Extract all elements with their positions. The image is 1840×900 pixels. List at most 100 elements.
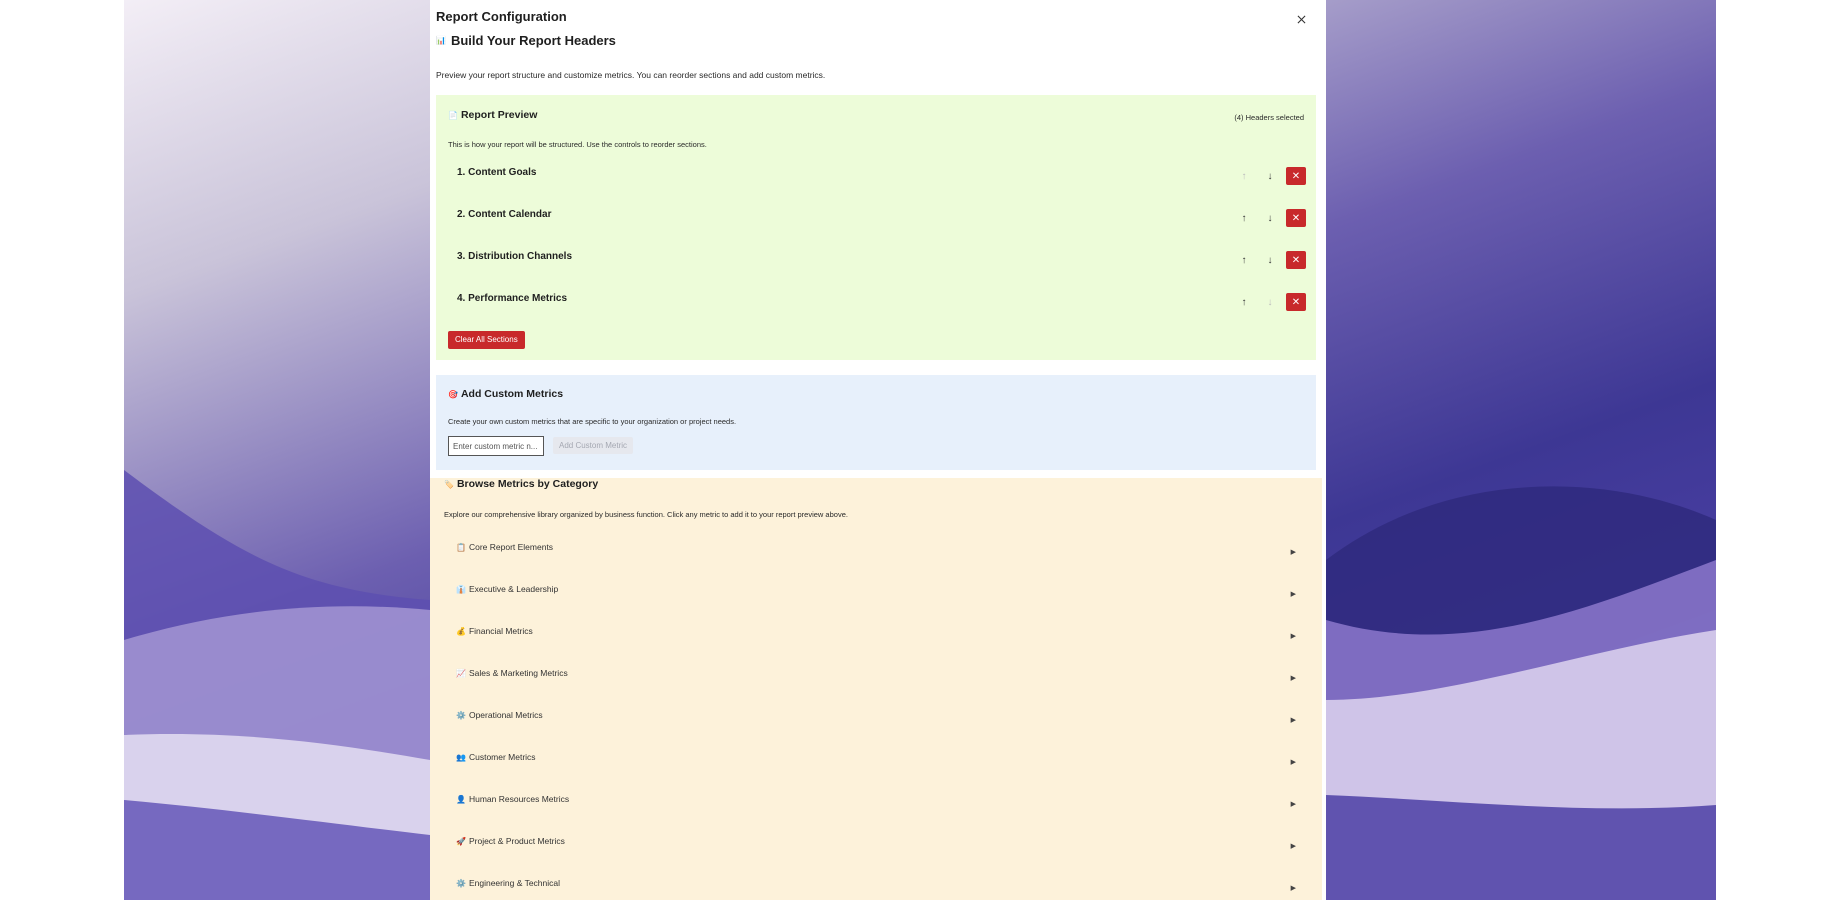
category-human-resources-metrics[interactable]: 👤 Human Resources Metrics ▶ [448, 790, 1304, 824]
category-label: 🚀 Project & Product Metrics [456, 836, 565, 846]
remove-section-button[interactable]: ✕ [1286, 293, 1306, 311]
category-title: Financial Metrics [468, 626, 533, 636]
move-up-button[interactable]: ↑ [1234, 293, 1254, 311]
close-icon: ✕ [1291, 212, 1301, 224]
gear-icon: ⚙️ [456, 878, 466, 888]
category-customer-metrics[interactable]: 👥 Customer Metrics ▶ [448, 748, 1304, 782]
expand-icon: ▶ [1290, 843, 1296, 850]
expand-icon: ▶ [1290, 591, 1296, 598]
move-down-button[interactable]: ↓ [1260, 293, 1280, 311]
browse-metrics-title-text: Browse Metrics by Category [456, 478, 599, 490]
custom-metrics-description: Create your own custom metrics that are … [448, 417, 737, 426]
arrow-up-icon: ↑ [1241, 254, 1247, 266]
category-title: Engineering & Technical [468, 878, 561, 888]
category-title: Customer Metrics [468, 752, 536, 762]
category-financial-metrics[interactable]: 💰 Financial Metrics ▶ [448, 622, 1304, 656]
arrow-down-icon: ↓ [1267, 296, 1273, 308]
close-icon: ✕ [1291, 296, 1301, 308]
close-button[interactable] [1290, 8, 1312, 30]
clear-all-sections-button[interactable]: Clear All Sections [448, 331, 525, 349]
clipboard-icon: 📋 [456, 542, 466, 552]
category-title: Executive & Leadership [468, 584, 559, 594]
section-title: 2. Content Calendar [457, 209, 552, 220]
category-label: ⚙️ Engineering & Technical [456, 878, 560, 888]
dialog-header: Report Configuration [436, 8, 1320, 30]
category-label: 👤 Human Resources Metrics [456, 794, 569, 804]
section-row: 3. Distribution Channels ↑ ↓ ✕ [448, 245, 1306, 273]
remove-section-button[interactable]: ✕ [1286, 251, 1306, 269]
document-icon: 📄 [448, 110, 458, 120]
browse-metrics-title: 🏷️ Browse Metrics by Category [444, 478, 598, 490]
expand-icon: ▶ [1290, 549, 1296, 556]
arrow-down-icon: ↓ [1267, 170, 1273, 182]
expand-icon: ▶ [1290, 759, 1296, 766]
report-preview-panel: 📄 Report Preview (4) Headers selected Th… [436, 95, 1316, 360]
intro-text: Preview your report structure and custom… [436, 70, 826, 80]
arrow-up-icon: ↑ [1241, 212, 1247, 224]
remove-section-button[interactable]: ✕ [1286, 167, 1306, 185]
category-label: 📋 Core Report Elements [456, 542, 553, 552]
category-executive-leadership[interactable]: 👔 Executive & Leadership ▶ [448, 580, 1304, 614]
category-core-report-elements[interactable]: 📋 Core Report Elements ▶ [448, 538, 1304, 572]
money-bag-icon: 💰 [456, 626, 466, 636]
move-up-button[interactable]: ↑ [1234, 167, 1254, 185]
expand-icon: ▶ [1290, 717, 1296, 724]
category-label: 👔 Executive & Leadership [456, 584, 558, 594]
browse-metrics-description: Explore our comprehensive library organi… [444, 510, 848, 519]
category-operational-metrics[interactable]: ⚙️ Operational Metrics ▶ [448, 706, 1304, 740]
close-icon: ✕ [1291, 170, 1301, 182]
category-project-product-metrics[interactable]: 🚀 Project & Product Metrics ▶ [448, 832, 1304, 866]
close-icon [1297, 15, 1305, 23]
move-up-button[interactable]: ↑ [1234, 251, 1254, 269]
arrow-down-icon: ↓ [1267, 212, 1273, 224]
headers-count: (4) Headers selected [1234, 113, 1304, 122]
tag-icon: 🏷️ [444, 479, 454, 489]
page-heading-text: Build Your Report Headers [450, 33, 616, 48]
category-title: Project & Product Metrics [468, 836, 565, 846]
move-up-button[interactable]: ↑ [1234, 209, 1254, 227]
category-label: 📈 Sales & Marketing Metrics [456, 668, 568, 678]
category-title: Human Resources Metrics [468, 794, 570, 804]
section-row: 2. Content Calendar ↑ ↓ ✕ [448, 203, 1306, 231]
section-title: 1. Content Goals [457, 167, 537, 178]
gear-icon: ⚙️ [456, 710, 466, 720]
expand-icon: ▶ [1290, 885, 1296, 892]
category-title: Core Report Elements [468, 542, 554, 552]
page-heading: 📊 Build Your Report Headers [436, 33, 616, 48]
category-label: 👥 Customer Metrics [456, 752, 536, 762]
section-title: 3. Distribution Channels [457, 251, 573, 262]
remove-section-button[interactable]: ✕ [1286, 209, 1306, 227]
close-icon: ✕ [1291, 254, 1301, 266]
report-preview-title: 📄 Report Preview [448, 109, 537, 121]
category-sales-marketing-metrics[interactable]: 📈 Sales & Marketing Metrics ▶ [448, 664, 1304, 698]
section-title: 4. Performance Metrics [457, 293, 568, 304]
category-label: ⚙️ Operational Metrics [456, 710, 543, 720]
executive-icon: 👔 [456, 584, 466, 594]
arrow-up-icon: ↑ [1241, 170, 1247, 182]
trend-chart-icon: 📈 [456, 668, 466, 678]
rocket-icon: 🚀 [456, 836, 466, 846]
expand-icon: ▶ [1290, 675, 1296, 682]
section-row: 4. Performance Metrics ↑ ↓ ✕ [448, 287, 1306, 315]
arrow-up-icon: ↑ [1241, 296, 1247, 308]
expand-icon: ▶ [1290, 801, 1296, 808]
bar-chart-icon: 📊 [436, 36, 446, 45]
category-title: Sales & Marketing Metrics [468, 668, 568, 678]
custom-metrics-panel: 🎯 Add Custom Metrics Create your own cus… [436, 375, 1316, 470]
user-icon: 👤 [456, 794, 466, 804]
dialog-title: Report Configuration [436, 9, 567, 24]
report-configuration-dialog: Report Configuration 📊 Build Your Report… [430, 0, 1326, 900]
custom-metrics-title-text: Add Custom Metrics [460, 388, 564, 400]
add-custom-metric-button[interactable]: Add Custom Metric [553, 437, 634, 454]
category-engineering-technical[interactable]: ⚙️ Engineering & Technical ▶ [448, 874, 1304, 900]
report-preview-title-text: Report Preview [460, 109, 538, 121]
browse-metrics-panel: 🏷️ Browse Metrics by Category Explore ou… [430, 478, 1322, 900]
category-title: Operational Metrics [468, 710, 543, 720]
custom-metric-input[interactable] [448, 436, 544, 456]
category-label: 💰 Financial Metrics [456, 626, 533, 636]
move-down-button[interactable]: ↓ [1260, 251, 1280, 269]
arrow-down-icon: ↓ [1267, 254, 1273, 266]
move-down-button[interactable]: ↓ [1260, 167, 1280, 185]
section-row: 1. Content Goals ↑ ↓ ✕ [448, 161, 1306, 189]
move-down-button[interactable]: ↓ [1260, 209, 1280, 227]
